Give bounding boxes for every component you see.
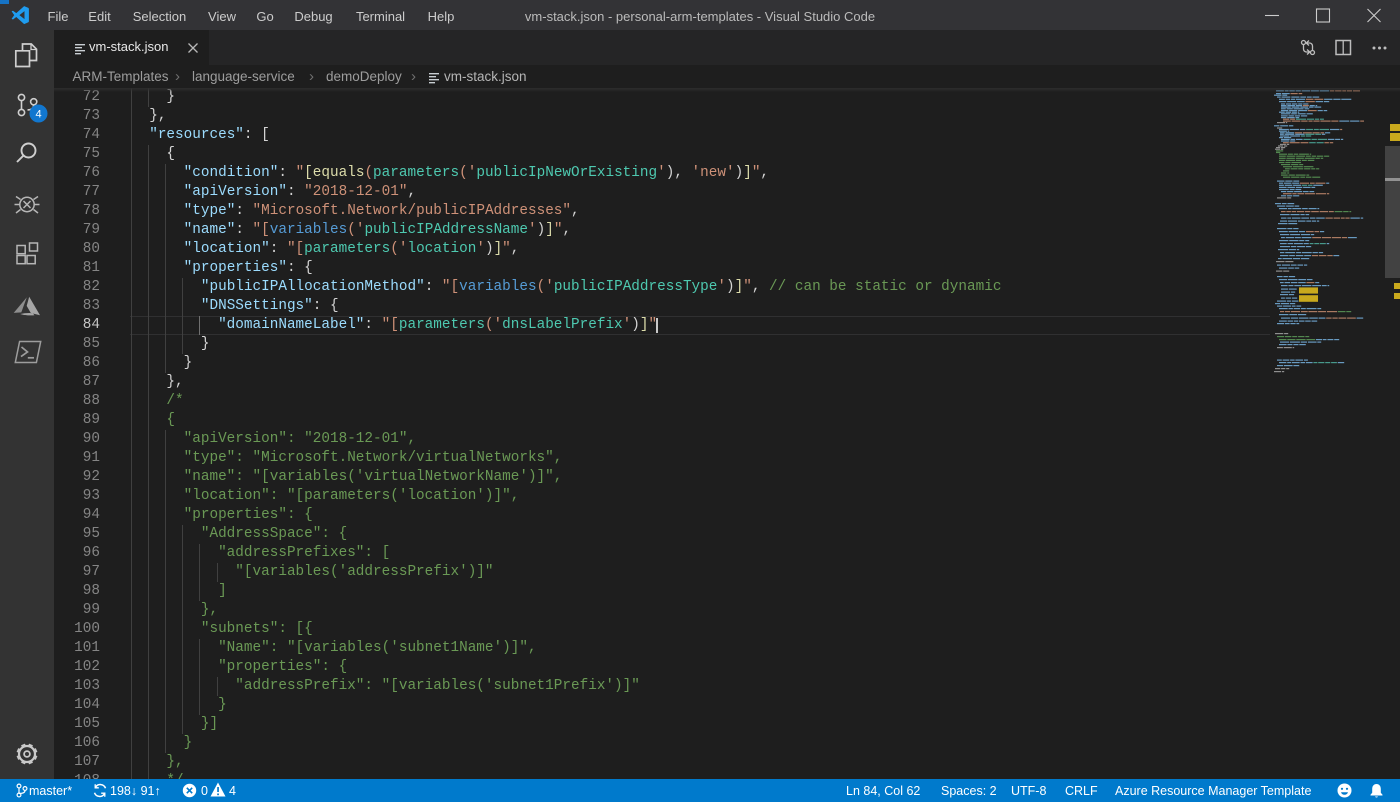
svg-text:4: 4	[35, 109, 41, 121]
